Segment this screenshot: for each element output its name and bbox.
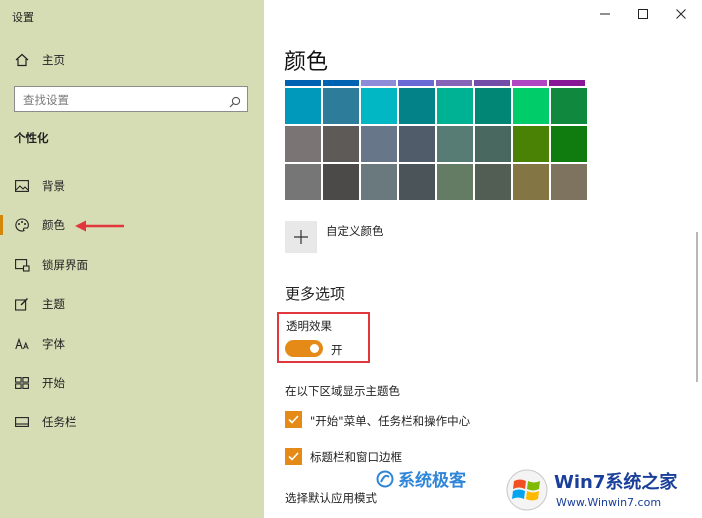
font-icon	[14, 336, 30, 352]
theme-brush-icon	[14, 296, 30, 312]
color-swatches	[285, 80, 587, 200]
color-swatch-0-3[interactable]	[399, 88, 435, 124]
annotation-arrow-icon	[74, 218, 126, 238]
minimize-button[interactable]	[591, 5, 619, 23]
color-swatch-2-3[interactable]	[399, 164, 435, 200]
watermark-url: Www.Winwin7.com	[556, 496, 662, 509]
sidebar-item-label: 背景	[42, 179, 65, 193]
show-accent-label: 在以下区域显示主题色	[285, 384, 400, 398]
color-swatch-1-2[interactable]	[361, 126, 397, 162]
watermark-right: Win7系统之家 Www.Winwin7.com	[504, 466, 700, 516]
window-title: 设置	[12, 11, 34, 24]
app-mode-label: 选择默认应用模式	[285, 491, 377, 505]
close-button[interactable]	[667, 5, 695, 23]
palette-icon	[14, 217, 30, 233]
color-swatch-1-0[interactable]	[285, 126, 321, 162]
color-swatch-0-5[interactable]	[475, 88, 511, 124]
search-input[interactable]: 查找设置	[14, 86, 248, 112]
sidebar-item-background[interactable]: 背景	[0, 168, 264, 204]
page-title: 颜色	[284, 50, 329, 75]
toggle-state-label: 开	[331, 343, 343, 357]
color-swatch-2-7[interactable]	[551, 164, 587, 200]
color-swatch-1-5[interactable]	[475, 126, 511, 162]
maximize-button[interactable]	[629, 5, 657, 23]
swatch-strip-6[interactable]	[511, 80, 548, 86]
taskbar-icon	[14, 414, 30, 430]
sidebar-item-label: 字体	[42, 337, 65, 351]
watermark-text: 系统极客	[398, 471, 466, 491]
color-swatch-2-2[interactable]	[361, 164, 397, 200]
custom-color-label[interactable]: 自定义颜色	[326, 223, 384, 239]
swatch-strip-2[interactable]	[360, 80, 397, 86]
color-swatch-1-4[interactable]	[437, 126, 473, 162]
sidebar-item-label: 锁屏界面	[42, 258, 88, 272]
sidebar-item-taskbar[interactable]: 任务栏	[0, 404, 264, 440]
color-swatch-2-0[interactable]	[285, 164, 321, 200]
color-swatch-2-6[interactable]	[513, 164, 549, 200]
picture-icon	[14, 178, 30, 194]
color-swatch-2-5[interactable]	[475, 164, 511, 200]
swatch-strip-4[interactable]	[436, 80, 472, 86]
sidebar-item-label: 主页	[42, 53, 65, 67]
add-custom-color-button[interactable]	[285, 221, 317, 253]
selection-indicator	[0, 215, 3, 235]
sidebar-item-start[interactable]: 开始	[0, 365, 264, 401]
swatch-strip-0[interactable]	[285, 80, 321, 86]
color-swatch-0-0[interactable]	[285, 88, 321, 124]
sidebar-item-label: 任务栏	[42, 415, 77, 429]
swatch-strip-7[interactable]	[549, 80, 585, 86]
scrollbar[interactable]	[696, 232, 698, 382]
sidebar-item-label: 主题	[42, 297, 65, 311]
sidebar: 设置 主页 查找设置 个性化 背景 颜色 锁屏界面 主题 字体 开始 任务栏	[0, 0, 264, 518]
sidebar-item-lock-screen[interactable]: 锁屏界面	[0, 247, 264, 283]
home-icon	[14, 52, 30, 68]
swatch-strip-5[interactable]	[473, 80, 510, 86]
swatch-grid	[285, 88, 587, 200]
lock-screen-icon	[14, 257, 30, 273]
watermark-title: Win7系统之家	[554, 472, 678, 493]
close-icon	[676, 9, 686, 19]
checkbox-label: 标题栏和窗口边框	[310, 450, 402, 464]
sidebar-item-fonts[interactable]: 字体	[0, 326, 264, 362]
color-swatch-1-1[interactable]	[323, 126, 359, 162]
plus-icon	[294, 230, 308, 244]
transparency-label: 透明效果	[286, 319, 332, 333]
color-swatch-1-3[interactable]	[399, 126, 435, 162]
color-swatch-0-4[interactable]	[437, 88, 473, 124]
sidebar-item-colors[interactable]: 颜色	[0, 207, 264, 243]
start-taskbar-checkbox[interactable]	[285, 411, 302, 428]
checkmark-icon	[288, 415, 299, 424]
sidebar-item-label: 颜色	[42, 218, 65, 232]
transparency-toggle[interactable]	[285, 340, 323, 357]
color-swatch-0-7[interactable]	[551, 88, 587, 124]
swatch-strip	[285, 80, 585, 86]
toggle-knob	[310, 344, 319, 353]
color-swatch-1-6[interactable]	[513, 126, 549, 162]
titlebar-checkbox[interactable]	[285, 448, 302, 465]
color-swatch-0-6[interactable]	[513, 88, 549, 124]
color-swatch-0-1[interactable]	[323, 88, 359, 124]
color-swatch-2-4[interactable]	[437, 164, 473, 200]
search-icon[interactable]	[229, 93, 241, 112]
search-placeholder: 查找设置	[23, 93, 69, 107]
watermark-logo-icon	[376, 470, 394, 487]
color-swatch-2-1[interactable]	[323, 164, 359, 200]
sidebar-item-label: 开始	[42, 376, 65, 390]
swatch-strip-1[interactable]	[322, 80, 359, 86]
maximize-icon	[638, 9, 648, 19]
swatch-strip-3[interactable]	[398, 80, 434, 86]
section-heading: 个性化	[14, 131, 49, 145]
start-grid-icon	[14, 375, 30, 391]
sidebar-item-themes[interactable]: 主题	[0, 286, 264, 322]
watermark-left: 系统极客	[376, 466, 466, 491]
minimize-icon	[600, 13, 610, 15]
color-swatch-0-2[interactable]	[361, 88, 397, 124]
checkbox-label: "开始"菜单、任务栏和操作中心	[310, 414, 471, 428]
windows-logo-icon	[506, 469, 548, 511]
color-swatch-1-7[interactable]	[551, 126, 587, 162]
checkmark-icon	[288, 452, 299, 461]
more-options-heading: 更多选项	[285, 285, 346, 303]
sidebar-item-home[interactable]: 主页	[0, 42, 264, 78]
